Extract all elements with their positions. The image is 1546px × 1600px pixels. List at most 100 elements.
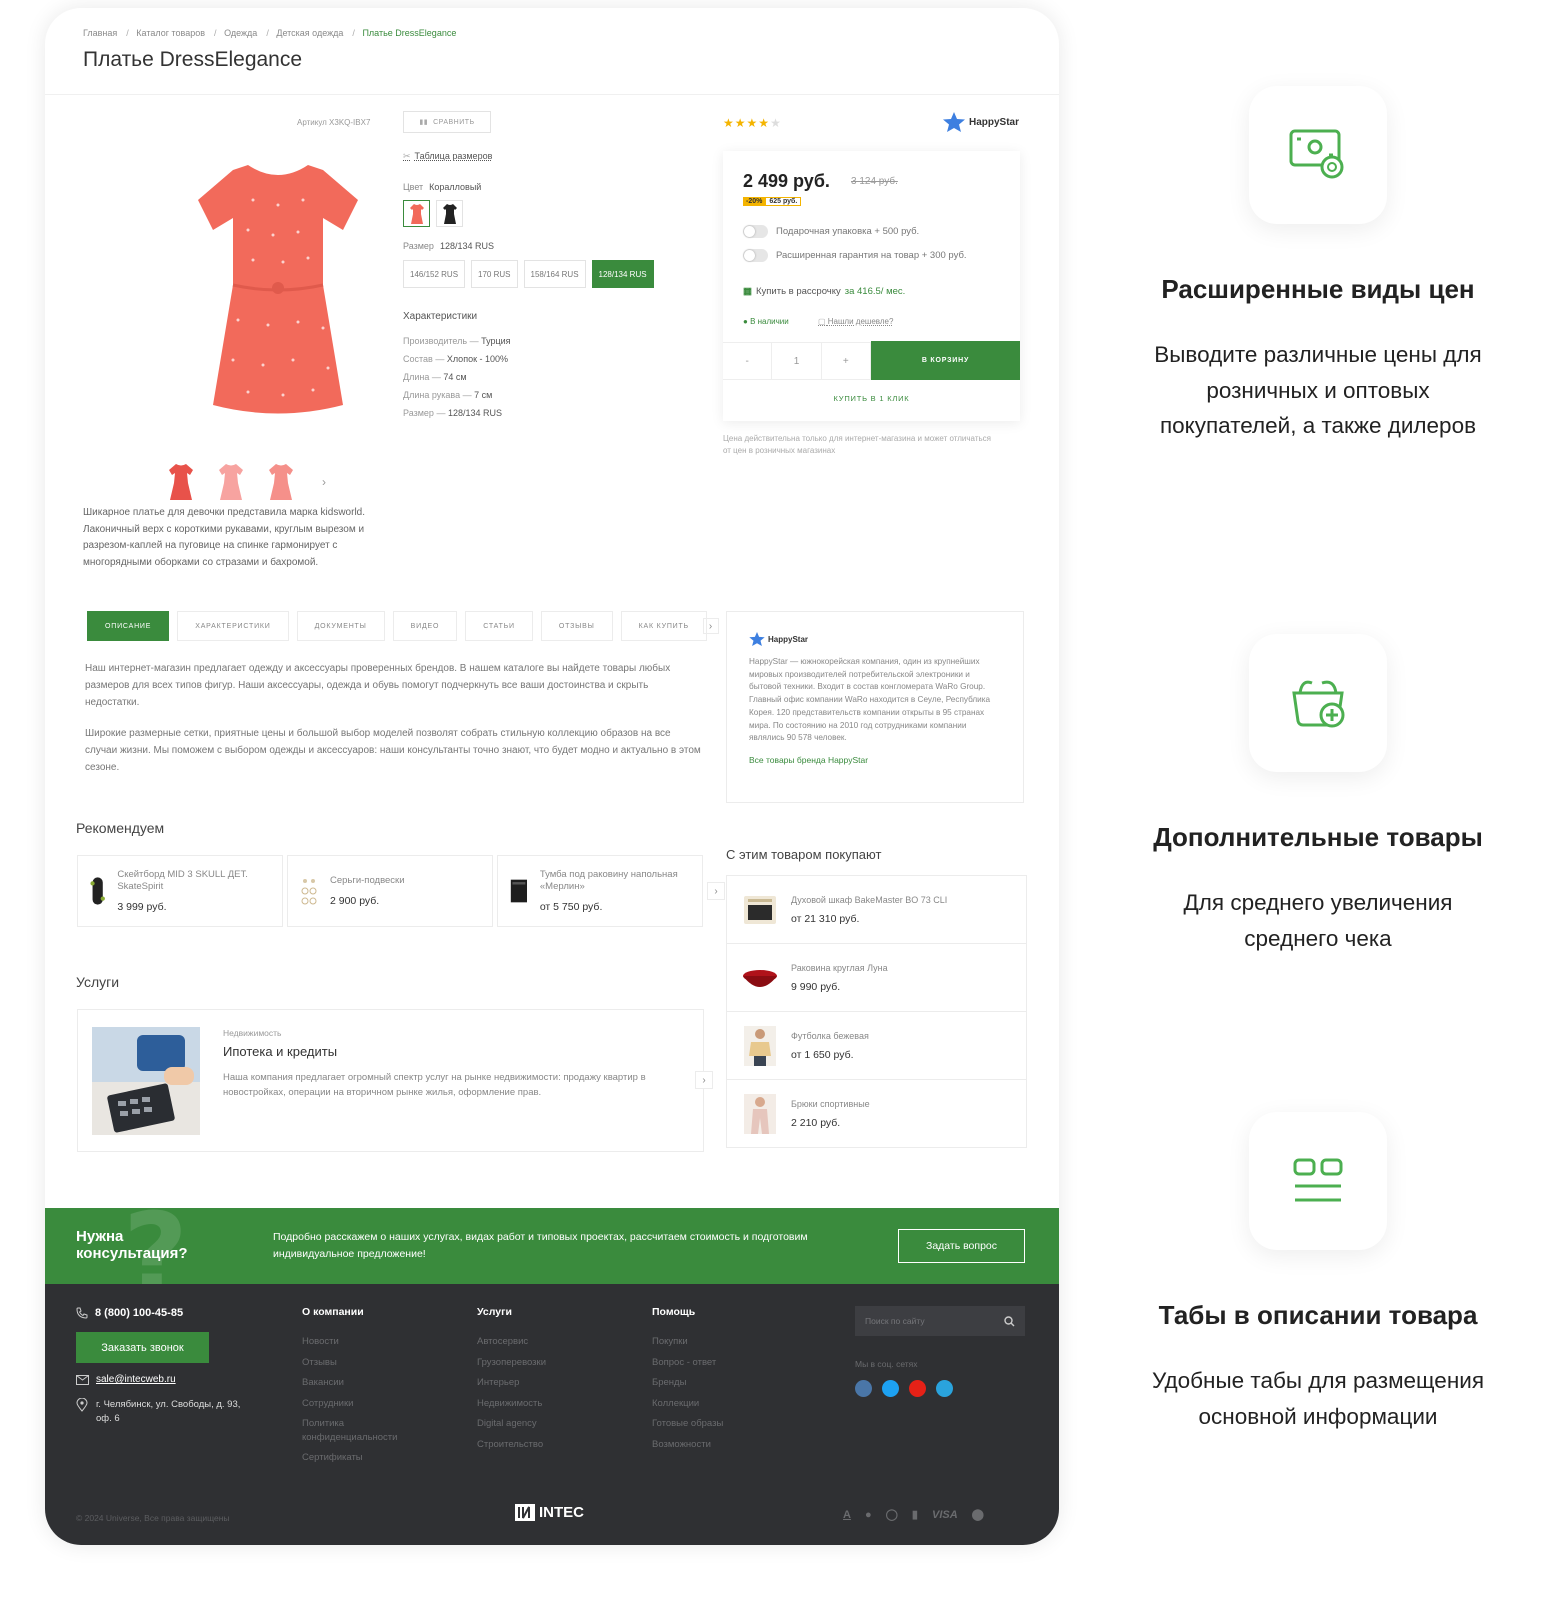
also-buy-item[interactable]: Духовой шкаф BakeMaster BO 73 CLI от 21 3… xyxy=(726,875,1027,944)
social-icons xyxy=(855,1380,953,1397)
footer-phone[interactable]: 8 (800) 100-45-85 xyxy=(76,1307,183,1319)
also-buy-item[interactable]: Футболка бежевая от 1 650 руб. xyxy=(726,1011,1027,1080)
breadcrumb-home[interactable]: Главная xyxy=(83,28,117,38)
footer-link[interactable]: Интерьер xyxy=(477,1373,546,1394)
footer-link[interactable]: Вакансии xyxy=(302,1373,452,1394)
feature-tabs: Табы в описании товара Удобные табы для … xyxy=(1090,1112,1546,1434)
request-call-button[interactable]: Заказать звонок xyxy=(76,1332,209,1363)
option-extended-warranty[interactable]: Расширенная гарантия на товар + 300 руб. xyxy=(743,249,967,262)
tab-articles[interactable]: СТАТЬИ xyxy=(465,611,533,641)
footer-link[interactable]: Политика конфиденциальности xyxy=(302,1417,422,1445)
star-icon: ★ xyxy=(734,116,747,130)
tab-characteristics[interactable]: ХАРАКТЕРИСТИКИ xyxy=(177,611,289,641)
installment-link[interactable]: ▦ Купить в рассрочку за 416.5/ мес. xyxy=(743,286,905,297)
breadcrumb-catalog[interactable]: Каталог товаров xyxy=(136,28,205,38)
thumbnail-2[interactable] xyxy=(218,463,244,501)
toggle-switch[interactable] xyxy=(743,225,768,238)
banner-text: Подробно расскажем о наших услугах, вида… xyxy=(273,1231,808,1260)
thumbnail-3[interactable] xyxy=(268,463,294,501)
ask-question-button[interactable]: Задать вопрос xyxy=(898,1229,1025,1263)
footer-link[interactable]: Грузоперевозки xyxy=(477,1353,546,1374)
footer-address: г. Челябинск, ул. Свободы, д. 93, оф. 6 xyxy=(76,1398,256,1426)
char-row: Производитель — Турция xyxy=(403,336,511,346)
footer-link[interactable]: Вопрос - ответ xyxy=(652,1353,723,1374)
toggle-switch[interactable] xyxy=(743,249,768,262)
intec-logo[interactable]: INTEC xyxy=(515,1504,584,1521)
tab-content: Наш интернет-магазин предлагает одежду и… xyxy=(85,660,705,790)
recommend-item[interactable]: Серьги-подвески 2 900 руб. xyxy=(287,855,493,927)
search-icon[interactable] xyxy=(1004,1315,1015,1327)
footer-link[interactable]: Отзывы xyxy=(302,1353,452,1374)
tab-reviews[interactable]: ОТЗЫВЫ xyxy=(540,611,613,641)
color-swatch-black[interactable] xyxy=(436,200,463,227)
footer-email[interactable]: sale@intecweb.ru xyxy=(76,1374,176,1385)
tab-video[interactable]: ВИДЕО xyxy=(392,611,458,641)
qty-plus-button[interactable]: + xyxy=(822,343,871,379)
size-option[interactable]: 146/152 RUS xyxy=(403,260,466,288)
qty-minus-button[interactable]: - xyxy=(723,343,773,379)
youtube-icon[interactable] xyxy=(909,1380,926,1397)
brand-logo-small[interactable]: HappyStar xyxy=(749,632,1001,646)
footer-link[interactable]: Возможности xyxy=(652,1435,723,1456)
footer-link[interactable]: Сотрудники xyxy=(302,1394,452,1415)
rating-stars[interactable]: ★★★★★ xyxy=(723,116,782,130)
chevron-right-icon[interactable]: › xyxy=(695,1071,713,1089)
add-to-cart-button[interactable]: В КОРЗИНУ xyxy=(871,341,1020,380)
size-table-link[interactable]: ✂ Таблица размеров xyxy=(403,151,492,162)
footer-link[interactable]: Строительство xyxy=(477,1435,546,1456)
telegram-icon[interactable] xyxy=(936,1380,953,1397)
found-cheaper-link[interactable]: ▢ Нашли дешевле? xyxy=(818,317,893,326)
feature-title: Дополнительные товары xyxy=(1153,822,1483,852)
color-swatch-coral[interactable] xyxy=(403,200,430,227)
breadcrumb-kids[interactable]: Детская одежда xyxy=(276,28,343,38)
footer-link[interactable]: Готовые образы xyxy=(652,1414,723,1435)
footer-link[interactable]: Сертификаты xyxy=(302,1448,452,1469)
also-buy-item[interactable]: Брюки спортивные 2 210 руб. xyxy=(726,1079,1027,1148)
oven-image xyxy=(744,895,776,924)
footer-link[interactable]: Новости xyxy=(302,1332,452,1353)
footer-search-input[interactable]: Поиск по сайту xyxy=(855,1306,1025,1336)
service-card[interactable]: Недвижимость Ипотека и кредиты Наша комп… xyxy=(77,1009,704,1152)
product-page-card: Главная / Каталог товаров / Одежда / Детска… xyxy=(45,8,1059,1545)
feature-title: Табы в описании товара xyxy=(1158,1300,1478,1330)
tab-how-to-buy[interactable]: КАК КУПИТЬ xyxy=(620,611,707,641)
recommend-item[interactable]: Скейтборд MID 3 SKULL ДЕТ. SkateSpirit 3 … xyxy=(77,855,283,927)
thumbnail-1[interactable] xyxy=(168,463,194,501)
dress-image xyxy=(198,165,358,414)
footer-link[interactable]: Недвижимость xyxy=(477,1394,546,1415)
footer-link[interactable]: Бренды xyxy=(652,1373,723,1394)
option-gift-wrap[interactable]: Подарочная упаковка + 500 руб. xyxy=(743,225,919,238)
buy-one-click-link[interactable]: КУПИТЬ В 1 КЛИК xyxy=(723,394,1020,403)
twitter-icon[interactable] xyxy=(882,1380,899,1397)
vk-icon[interactable] xyxy=(855,1380,872,1397)
size-option[interactable]: 158/164 RUS xyxy=(523,260,586,288)
feature-text: Удобные табы для размещения основной инф… xyxy=(1151,1368,1485,1429)
also-buy-item[interactable]: Раковина круглая Луна 9 990 руб. xyxy=(726,943,1027,1012)
chevron-right-icon[interactable]: › xyxy=(702,618,719,634)
star-icon: ★ xyxy=(758,116,771,130)
footer-link[interactable]: Покупки xyxy=(652,1332,723,1353)
intec-logo-icon xyxy=(515,1504,535,1521)
footer-link[interactable]: Коллекции xyxy=(652,1394,723,1415)
cash-card-icon xyxy=(1249,86,1387,224)
footer-link[interactable]: Автосервис xyxy=(477,1332,546,1353)
consultation-banner: ? Нужна консультация? Подробно расскажем… xyxy=(45,1208,1059,1284)
size-option[interactable]: 170 RUS xyxy=(471,260,518,288)
cabinet-image xyxy=(510,879,528,903)
breadcrumb-clothes[interactable]: Одежда xyxy=(224,28,257,38)
tab-description[interactable]: ОПИСАНИЕ xyxy=(87,611,170,641)
chevron-right-icon[interactable]: › xyxy=(707,882,725,900)
chevron-right-icon[interactable]: › xyxy=(322,475,326,489)
product-main-image[interactable] xyxy=(129,120,427,460)
footer-link[interactable]: Digital agency xyxy=(477,1414,546,1435)
qty-input[interactable]: 1 xyxy=(772,343,822,379)
recommend-item[interactable]: Тумба под раковину напольная «Мерлин» от … xyxy=(497,855,703,927)
brand-products-link[interactable]: Все товары бренда HappyStar xyxy=(749,755,1001,765)
star-logo-icon xyxy=(943,112,965,132)
brand-info-box: HappyStar HappyStar — южнокорейская комп… xyxy=(726,611,1024,803)
brand-logo[interactable]: HappyStar xyxy=(943,112,1019,132)
ruler-icon: ✂ xyxy=(403,151,411,161)
phone-icon xyxy=(76,1307,88,1319)
tab-documents[interactable]: ДОКУМЕНТЫ xyxy=(296,611,385,641)
size-option-selected[interactable]: 128/134 RUS xyxy=(591,260,654,288)
